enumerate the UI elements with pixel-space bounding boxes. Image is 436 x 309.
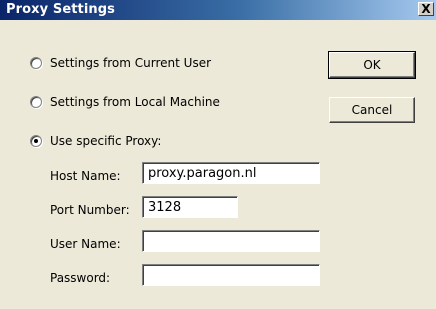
host-name-label: Host Name: <box>50 169 121 183</box>
cancel-button[interactable]: Cancel <box>329 97 415 123</box>
host-name-input[interactable]: proxy.paragon.nl <box>142 162 320 184</box>
password-label: Password: <box>50 271 111 285</box>
radio-button-current-user[interactable] <box>30 57 42 69</box>
title-bar[interactable]: Proxy Settings X <box>0 0 436 20</box>
close-icon: X <box>421 2 431 16</box>
ok-button[interactable]: OK <box>328 51 416 79</box>
close-button[interactable]: X <box>418 2 434 16</box>
radio-current-user[interactable]: Settings from Current User <box>30 56 211 70</box>
port-number-label: Port Number: <box>50 203 130 217</box>
password-input[interactable] <box>142 264 320 286</box>
radio-label-local-machine: Settings from Local Machine <box>50 95 220 109</box>
user-name-label: User Name: <box>50 237 121 251</box>
user-name-input[interactable] <box>142 230 320 252</box>
radio-button-specific-proxy[interactable] <box>30 135 42 147</box>
radio-label-specific-proxy: Use specific Proxy: <box>50 134 162 148</box>
radio-button-local-machine[interactable] <box>30 96 42 108</box>
radio-specific-proxy[interactable]: Use specific Proxy: <box>30 134 161 148</box>
window-title: Proxy Settings <box>6 2 116 17</box>
radio-label-current-user: Settings from Current User <box>50 56 212 70</box>
port-number-input[interactable]: 3128 <box>142 196 238 218</box>
radio-local-machine[interactable]: Settings from Local Machine <box>30 95 220 109</box>
